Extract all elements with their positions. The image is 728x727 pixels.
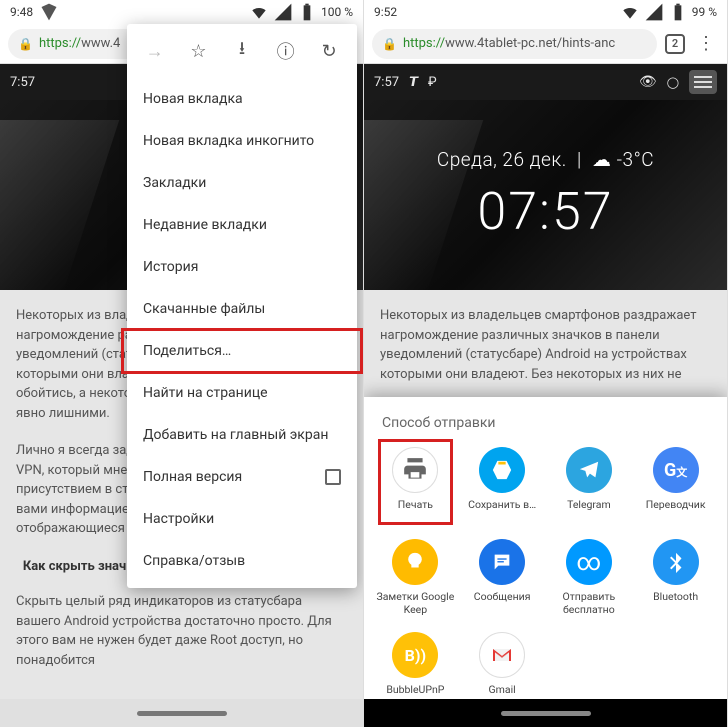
- widget-time: 7:57: [10, 75, 35, 90]
- nav-bar: [364, 699, 727, 727]
- chat-icon: [479, 539, 525, 585]
- location-icon: [39, 2, 59, 22]
- share-item-keep[interactable]: Заметки Google Keep: [374, 535, 457, 620]
- info-icon[interactable]: ⓘ: [272, 38, 300, 64]
- forward-icon[interactable]: →: [141, 41, 169, 62]
- url-https: https://: [39, 36, 81, 51]
- print-icon: [392, 447, 438, 493]
- url-rest: www.4tablet-pc.net/hints-anc: [445, 36, 615, 51]
- telegram-icon: [566, 447, 612, 493]
- share-item-bluetooth[interactable]: Bluetooth: [634, 535, 717, 620]
- battery-icon: [668, 2, 688, 22]
- circle-icon: ◯: [667, 76, 679, 89]
- battery-text: 99 %: [692, 5, 717, 19]
- share-item-print[interactable]: Печать: [374, 443, 457, 527]
- hamburger-icon[interactable]: [689, 70, 717, 94]
- url-https: https://: [403, 36, 445, 51]
- menu-item-new-tab[interactable]: Новая вкладка: [127, 78, 357, 120]
- lock-icon: 🔒: [18, 37, 33, 51]
- bluetooth-icon: [653, 539, 699, 585]
- wifi-icon: [620, 2, 640, 22]
- url-rest: www.4: [81, 36, 120, 51]
- status-bar: 9:52 99 %: [364, 0, 727, 24]
- signal-icon: [644, 2, 664, 22]
- hero-time: 07:57: [477, 181, 613, 242]
- menu-item-desktop[interactable]: Полная версия: [127, 456, 357, 498]
- hero-date: Среда, 26 дек. | ☁ -3°C: [437, 148, 654, 171]
- status-time: 9:48: [10, 5, 33, 19]
- bulb-icon: [392, 539, 438, 585]
- menu-item-add-home[interactable]: Добавить на главный экран: [127, 414, 357, 456]
- nav-bar: [0, 699, 363, 727]
- hero: Среда, 26 дек. | ☁ -3°C 07:57: [364, 100, 727, 290]
- paragraph: Некоторых из владельцев смартфонов раздр…: [380, 306, 711, 384]
- share-item-sendfree[interactable]: ∞ Отправить бесплатно: [548, 535, 631, 620]
- infinity-icon: ∞: [566, 539, 612, 585]
- menu-item-settings[interactable]: Настройки: [127, 498, 357, 540]
- tab-switcher[interactable]: 2: [665, 34, 685, 54]
- share-item-translate[interactable]: G文 Переводчик: [634, 443, 717, 527]
- menu-item-downloads[interactable]: Скачанные файлы: [127, 288, 357, 330]
- menu-icon[interactable]: ⋮: [693, 33, 719, 54]
- share-sheet: Способ отправки Печать Сохранить в… Tele: [364, 397, 727, 727]
- widget-time: 7:57: [374, 75, 399, 90]
- menu-item-help[interactable]: Справка/отзыв: [127, 540, 357, 582]
- checkbox[interactable]: [325, 469, 341, 485]
- share-item-save[interactable]: Сохранить в…: [461, 443, 544, 527]
- phone-left: 9:48 100 % 🔒 https://www.4 7:57 𝙏₽ Среда…: [0, 0, 364, 727]
- menu-item-bookmarks[interactable]: Закладки: [127, 162, 357, 204]
- gmail-icon: [479, 632, 525, 678]
- translate-icon: G文: [653, 447, 699, 493]
- menu-item-share[interactable]: Поделиться…: [127, 330, 357, 372]
- download-icon[interactable]: ⭳: [228, 36, 256, 66]
- menu-icon-row: → ☆ ⭳ ⓘ ↻: [127, 24, 357, 78]
- reload-icon[interactable]: ↻: [315, 41, 343, 62]
- share-grid: Печать Сохранить в… Telegram G文 Перевод: [374, 443, 717, 712]
- star-icon[interactable]: ☆: [184, 41, 212, 62]
- bubble-icon: B)): [392, 632, 438, 678]
- signal-icon: [273, 2, 293, 22]
- lock-icon: 🔒: [382, 37, 397, 51]
- status-time: 9:52: [374, 5, 397, 19]
- widget-bar: 7:57 𝙏₽ 👁 ◯: [364, 64, 727, 100]
- share-title: Способ отправки: [374, 411, 717, 443]
- menu-item-history[interactable]: История: [127, 246, 357, 288]
- chrome-menu: → ☆ ⭳ ⓘ ↻ Новая вкладка Новая вкладка ин…: [127, 24, 357, 588]
- share-item-telegram[interactable]: Telegram: [548, 443, 631, 527]
- battery-icon: [297, 2, 317, 22]
- paragraph: Скрыть целый ряд индикаторов из статусба…: [16, 592, 347, 670]
- url-bar: 🔒 https://www.4tablet-pc.net/hints-anc 2…: [364, 24, 727, 64]
- menu-item-incognito[interactable]: Новая вкладка инкогнито: [127, 120, 357, 162]
- wifi-icon: [249, 2, 269, 22]
- battery-text: 100 %: [321, 5, 353, 19]
- share-item-messages[interactable]: Сообщения: [461, 535, 544, 620]
- url-field[interactable]: 🔒 https://www.4tablet-pc.net/hints-anc: [372, 29, 657, 59]
- eye-icon: 👁: [639, 74, 657, 90]
- drive-icon: [479, 447, 525, 493]
- phone-right: 9:52 99 % 🔒 https://www.4tablet-pc.net/h…: [364, 0, 728, 727]
- menu-item-recent-tabs[interactable]: Недавние вкладки: [127, 204, 357, 246]
- menu-item-find[interactable]: Найти на странице: [127, 372, 357, 414]
- status-bar: 9:48 100 %: [0, 0, 363, 24]
